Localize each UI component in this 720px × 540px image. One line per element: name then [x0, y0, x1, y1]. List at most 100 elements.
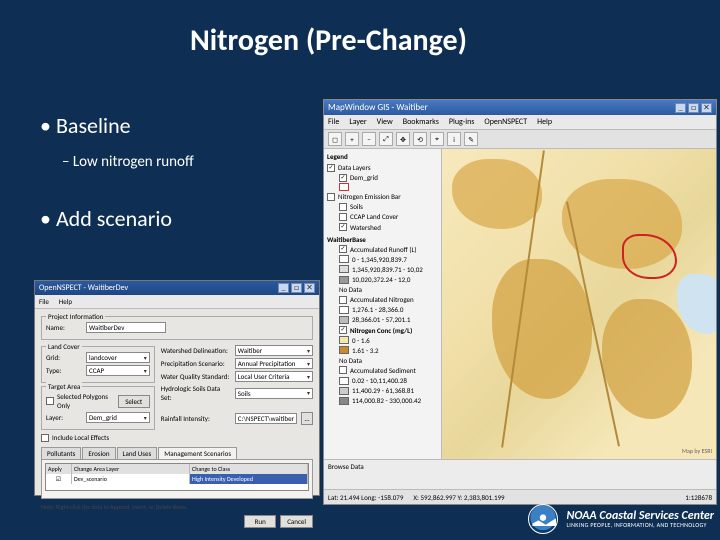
tool-extent-icon[interactable]: ⤢ — [379, 132, 393, 146]
frame-landcover: Land Cover Grid: landcover Type: CCAP — [41, 346, 155, 383]
map-toolbar: ◻ + − ⤢ ✥ ⟲ ⌖ i ✎ — [324, 130, 716, 149]
layer-label: Layer: — [46, 413, 82, 422]
type-dropdown[interactable]: CCAP — [86, 365, 150, 376]
status-lat: Lat: 21.494 Long: -158.079 — [328, 493, 403, 502]
window-buttons: _ □ ✕ — [675, 103, 712, 113]
select-button[interactable]: Select — [118, 395, 150, 408]
menu-help[interactable]: Help — [537, 117, 552, 127]
layer-check-icon[interactable] — [339, 296, 347, 304]
layer-check-icon[interactable]: ✓ — [339, 245, 347, 253]
swatch-icon — [339, 377, 349, 385]
frame-title-landcover: Land Cover — [46, 342, 82, 351]
layer-check-icon[interactable] — [327, 193, 335, 201]
tab-management-scenarios[interactable]: Management Scenarios — [158, 447, 237, 459]
menu-layer[interactable]: Layer — [349, 117, 366, 127]
hs-dropdown[interactable]: Soils — [235, 388, 313, 399]
dialog-close-button[interactable]: ✕ — [304, 283, 315, 293]
legend-sed-v1: 0.02 - 10,11,400.28 — [352, 376, 407, 385]
minimize-button[interactable]: _ — [675, 103, 686, 113]
dialog-menu-help[interactable]: Help — [59, 297, 72, 306]
browse-pane: Browse Data — [324, 459, 716, 489]
tool-zoomin-icon[interactable]: + — [345, 132, 359, 146]
layer-check-icon[interactable]: ✓ — [327, 164, 335, 172]
legend-sed-v2: 11,400.29 - 61,368.81 — [352, 386, 414, 395]
tool-prev-icon[interactable]: ⟲ — [413, 132, 427, 146]
swatch-icon — [339, 387, 349, 395]
legend-runoff: Accumulated Runoff (L) — [350, 245, 417, 254]
swatch-icon — [339, 336, 349, 344]
legend-group-layers: Data Layers — [338, 163, 371, 172]
swatch-icon — [339, 316, 349, 324]
legend-sed-v3: 114,000.82 - 330,000.42 — [352, 396, 421, 405]
menu-view[interactable]: View — [377, 117, 393, 127]
tool-new-icon[interactable]: ◻ — [328, 132, 342, 146]
tool-identify-icon[interactable]: i — [447, 132, 461, 146]
tab-panel: Apply Change Area Layer Change to Class … — [41, 459, 313, 499]
dialog-menu-file[interactable]: File — [39, 297, 49, 306]
swatch-icon — [339, 306, 349, 314]
frame-title-project: Project Information — [46, 312, 105, 321]
legend-ws-name: WaitiberBase — [327, 235, 438, 244]
grid-dropdown[interactable]: landcover — [86, 352, 150, 363]
legend-runoff-v2: 1,345,920,839.71 - 10,02 — [352, 265, 423, 274]
scenario-grid[interactable]: Apply Change Area Layer Change to Class … — [45, 463, 309, 491]
map-canvas[interactable]: Map by ESRI — [442, 149, 716, 459]
nspect-dialog: OpenNSPECT - WaitiberDev _ □ ✕ File Help… — [34, 280, 320, 496]
subbullet-low-nitrogen: Low nitrogen runoff — [62, 153, 194, 171]
tool-zoomout-icon[interactable]: − — [362, 132, 376, 146]
hs-label: Hydrologic Soils Data Set: — [161, 384, 231, 402]
legend-nspect: Nitrogen Emission Bar — [338, 192, 401, 201]
layer-check-icon[interactable] — [339, 366, 347, 374]
map-titlebar[interactable]: MapWindow GIS - Waitiber _ □ ✕ — [324, 100, 716, 115]
menu-file[interactable]: File — [328, 117, 339, 127]
tool-edit-icon[interactable]: ✎ — [464, 132, 478, 146]
swatch-icon — [339, 276, 349, 284]
grid-cell-layer[interactable]: Dev_scenario — [72, 474, 190, 484]
tab-pollutants[interactable]: Pollutants — [41, 447, 81, 459]
layer-check-icon[interactable] — [339, 213, 347, 221]
bullet-baseline: Baseline — [40, 112, 194, 139]
wq-dropdown[interactable]: Local User Criteria — [235, 371, 313, 382]
grid-cell-apply[interactable]: ☑ — [46, 474, 72, 484]
grid-col-apply: Apply — [46, 464, 72, 474]
type-label: Type: — [46, 366, 82, 375]
menu-plugins[interactable]: Plug-ins — [449, 117, 475, 127]
rd-input[interactable]: C:\NSPECT\waitiber — [235, 413, 297, 424]
dialog-maximize-button[interactable]: □ — [291, 283, 302, 293]
legend-nodata: No Data — [339, 285, 362, 294]
selected-polygons-checkbox[interactable] — [46, 397, 54, 405]
ps-dropdown[interactable]: Annual Precipitation — [235, 358, 313, 369]
menu-bookmarks[interactable]: Bookmarks — [403, 117, 439, 127]
tool-pan-icon[interactable]: ✥ — [396, 132, 410, 146]
grid-cell-class[interactable]: High Intensity Developed — [190, 474, 308, 484]
layer-check-icon[interactable]: ✓ — [339, 223, 347, 231]
name-input[interactable]: WaitiberDev — [86, 322, 166, 333]
status-scale: 1:128678 — [685, 493, 712, 502]
layer-dropdown[interactable]: Dem_grid — [86, 412, 150, 423]
layer-check-icon[interactable] — [339, 203, 347, 211]
legend-panel: Legend ✓Data Layers ✓Dem_grid Nitrogen E… — [324, 149, 442, 459]
wq-label: Water Quality Standard: — [161, 372, 231, 381]
menu-opennspect[interactable]: OpenNSPECT — [484, 117, 527, 127]
swatch-icon — [339, 397, 349, 405]
tab-erosion[interactable]: Erosion — [82, 447, 115, 459]
legend-accn-v2: 28,366.01 - 57,201.1 — [352, 315, 410, 324]
footer-branding: NOAA Coastal Services Center LINKING PEO… — [528, 504, 714, 534]
swatch-icon — [339, 265, 349, 273]
layer-check-icon[interactable]: ✓ — [339, 326, 347, 334]
local-effects-checkbox[interactable] — [41, 434, 49, 442]
layer-check-icon[interactable]: ✓ — [339, 174, 347, 182]
rd-browse-button[interactable]: ... — [301, 412, 313, 425]
noaa-logo-icon — [528, 504, 558, 534]
close-button[interactable]: ✕ — [701, 103, 712, 113]
dialog-minimize-button[interactable]: _ — [278, 283, 289, 293]
run-button[interactable]: Run — [244, 515, 276, 528]
grid-col-class: Change to Class — [190, 464, 308, 474]
cancel-button[interactable]: Cancel — [280, 515, 313, 528]
dialog-titlebar[interactable]: OpenNSPECT - WaitiberDev _ □ ✕ — [35, 281, 319, 295]
swatch-icon — [339, 346, 349, 354]
wd-dropdown[interactable]: Waitiber — [235, 345, 313, 356]
tab-land-uses[interactable]: Land Uses — [117, 447, 158, 459]
tool-target-icon[interactable]: ⌖ — [430, 132, 444, 146]
maximize-button[interactable]: □ — [688, 103, 699, 113]
